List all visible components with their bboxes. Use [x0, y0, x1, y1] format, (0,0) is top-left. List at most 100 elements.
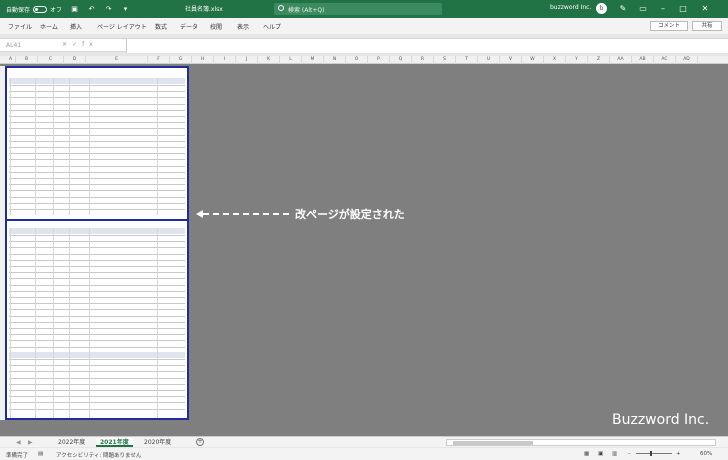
accessibility-status[interactable]: アクセシビリティ: 問題ありません	[56, 451, 141, 459]
column-header-v[interactable]: V	[500, 56, 522, 64]
column-header-b[interactable]: B	[16, 56, 38, 64]
column-header-l[interactable]: L	[280, 56, 302, 64]
enter-icon[interactable]: ✓	[72, 41, 82, 48]
sheet-tab-2020[interactable]: 2020年度	[140, 438, 175, 447]
column-header-x[interactable]: X	[544, 56, 566, 64]
file-name[interactable]: 社員名簿.xlsx	[185, 4, 223, 13]
tab-insert[interactable]: 挿入	[70, 22, 82, 31]
column-header-o[interactable]: O	[346, 56, 368, 64]
formula-input[interactable]	[126, 39, 728, 53]
sheet-tab-2022[interactable]: 2022年度	[54, 438, 89, 447]
share-button[interactable]: 共有	[692, 21, 722, 31]
sheet-tab-bar: ◀ ▶ 2022年度 2021年度 2020年度 +	[0, 436, 728, 447]
horizontal-scrollbar[interactable]	[446, 439, 716, 446]
add-sheet-button[interactable]: +	[196, 438, 204, 446]
avatar[interactable]: b	[596, 3, 607, 14]
column-header-c[interactable]: C	[38, 56, 64, 64]
tab-review[interactable]: 校閲	[210, 22, 222, 31]
status-bar: 準備完了 ▤ アクセシビリティ: 問題ありません ▦ ▣ ▥ – + 60%	[0, 448, 728, 460]
annotation-text: 改ページが設定された	[295, 208, 405, 221]
column-header-h[interactable]: H	[192, 56, 214, 64]
customize-quick-access-icon[interactable]: ▾	[121, 5, 130, 14]
table-column-divider	[69, 228, 70, 372]
zoom-in-icon[interactable]: +	[676, 451, 681, 457]
sheet-area[interactable]	[0, 64, 728, 436]
tab-view[interactable]: 表示	[237, 22, 249, 31]
column-header-n[interactable]: N	[324, 56, 346, 64]
tab-formulas[interactable]: 数式	[155, 22, 167, 31]
autosave-toggle[interactable]	[33, 5, 48, 13]
sheet-tab-2021[interactable]: 2021年度	[96, 438, 133, 447]
normal-view-icon[interactable]: ▦	[584, 451, 589, 457]
tab-help[interactable]: ヘルプ	[263, 22, 281, 31]
tab-home[interactable]: ホーム	[40, 22, 58, 31]
redo-icon[interactable]: ↷	[104, 5, 113, 14]
zoom-level[interactable]: 60%	[700, 451, 712, 457]
zoom-slider-knob[interactable]	[650, 451, 652, 456]
zoom-slider[interactable]	[636, 453, 672, 454]
column-header-w[interactable]: W	[522, 56, 544, 64]
prev-sheet-icon[interactable]: ◀	[16, 439, 21, 446]
fx-icon[interactable]: fx	[82, 41, 98, 48]
table-column-divider	[53, 352, 54, 418]
column-header-m[interactable]: M	[302, 56, 324, 64]
column-header-q[interactable]: Q	[390, 56, 412, 64]
status-ready: 準備完了	[6, 453, 29, 459]
column-header-j[interactable]: J	[236, 56, 258, 64]
table-column-divider	[157, 352, 158, 418]
next-sheet-icon[interactable]: ▶	[28, 439, 33, 446]
column-header-k[interactable]: K	[258, 56, 280, 64]
search-box[interactable]: 検索 (Alt+Q)	[274, 3, 442, 15]
column-header-s[interactable]: S	[434, 56, 456, 64]
minimize-icon[interactable]: –	[656, 2, 670, 16]
comments-label: コメント	[657, 23, 680, 29]
user-name[interactable]: buzzword Inc.	[550, 4, 591, 11]
table-column-divider	[35, 228, 36, 372]
column-header-ab[interactable]: AB	[632, 56, 654, 64]
autosave-label: 自動保存	[6, 6, 31, 14]
dashed-arrow-line	[203, 213, 289, 215]
page-break-view-icon[interactable]: ▥	[612, 451, 617, 457]
table-column-divider	[69, 78, 70, 216]
column-header-r[interactable]: R	[412, 56, 434, 64]
column-header-p[interactable]: P	[368, 56, 390, 64]
column-header-z[interactable]: Z	[588, 56, 610, 64]
comments-button[interactable]: コメント	[650, 21, 688, 31]
column-header-d[interactable]: D	[64, 56, 86, 64]
close-icon[interactable]: ✕	[698, 2, 712, 16]
page-layout-view-icon[interactable]: ▣	[598, 451, 603, 457]
table-column-divider	[89, 352, 90, 418]
macro-icon[interactable]: ▤	[38, 451, 43, 457]
zoom-out-icon[interactable]: –	[628, 451, 631, 457]
column-header-y[interactable]: Y	[566, 56, 588, 64]
column-header-u[interactable]: U	[478, 56, 500, 64]
formula-actions: ✕✓fx	[62, 41, 98, 48]
table-column-divider	[35, 78, 36, 216]
column-header-f[interactable]: F	[148, 56, 170, 64]
page-break-line[interactable]	[7, 219, 187, 221]
column-header-i[interactable]: I	[214, 56, 236, 64]
column-header-ac[interactable]: AC	[654, 56, 676, 64]
cancel-icon[interactable]: ✕	[62, 41, 72, 48]
ribbon-display-icon[interactable]: ▭	[636, 2, 650, 16]
column-header-e[interactable]: E	[86, 56, 148, 64]
column-header-t[interactable]: T	[456, 56, 478, 64]
table-column-divider	[10, 228, 11, 372]
maximize-icon[interactable]: □	[676, 2, 690, 16]
tab-page-layout[interactable]: ページ レイアウト	[97, 22, 147, 31]
column-header-aa[interactable]: AA	[610, 56, 632, 64]
save-icon[interactable]: ▣	[70, 5, 79, 14]
scroll-thumb[interactable]	[453, 441, 533, 445]
column-header-a[interactable]: A	[6, 56, 16, 64]
autosave-state: オフ	[50, 6, 63, 14]
column-header-g[interactable]: G	[170, 56, 192, 64]
pen-icon[interactable]: ✎	[616, 2, 630, 16]
table-column-divider	[10, 352, 11, 418]
tab-data[interactable]: データ	[180, 22, 198, 31]
column-header-ad[interactable]: AD	[676, 56, 698, 64]
tab-file[interactable]: ファイル	[8, 22, 32, 31]
annotation: 改ページが設定された	[196, 206, 405, 222]
undo-icon[interactable]: ↶	[87, 5, 96, 14]
autosave-control[interactable]: 自動保存 オフ	[6, 5, 62, 14]
name-box[interactable]: AL41	[4, 41, 54, 51]
